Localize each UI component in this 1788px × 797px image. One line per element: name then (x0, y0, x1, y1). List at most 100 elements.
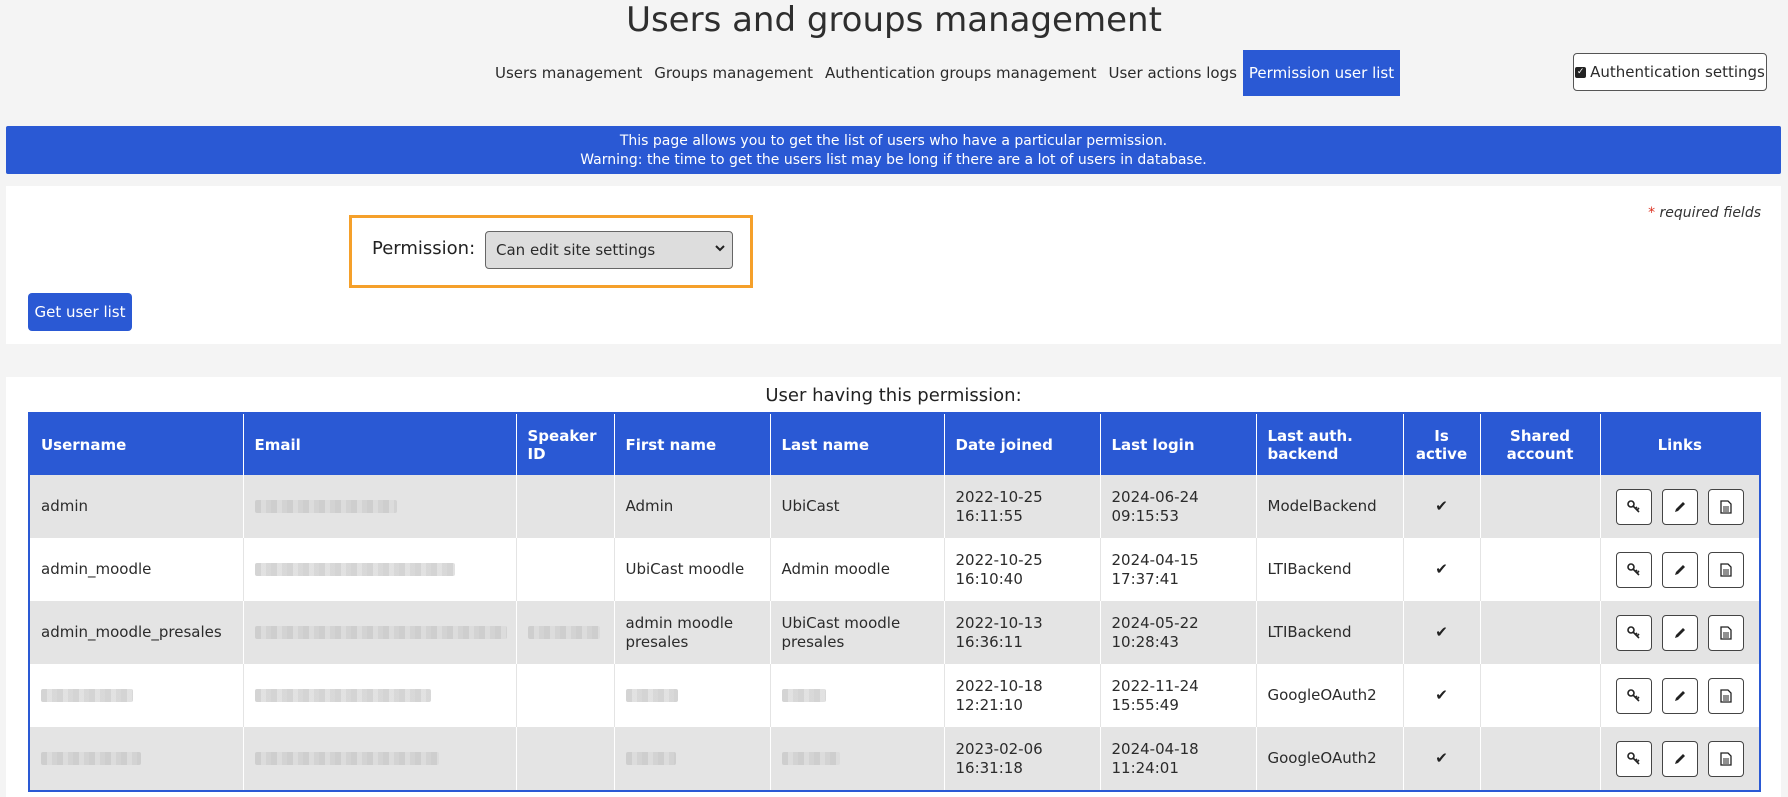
cell-last-login: 2024-05-22 10:28:43 (1100, 601, 1257, 664)
column-header-last-login[interactable]: Last login (1100, 413, 1257, 475)
is-active-check-icon: ✔ (1403, 538, 1481, 601)
authentication-settings-button[interactable]: ✓ Authentication settings (1573, 53, 1767, 91)
cell-last-auth-backend: LTIBackend (1256, 601, 1404, 664)
required-fields-text: required fields (1659, 205, 1761, 221)
cell-shared-account (1480, 727, 1601, 791)
permission-select-value: Can edit site settings (496, 241, 656, 259)
cell-first-name: admin moodle presales (614, 601, 771, 664)
is-active-check-icon: ✔ (1403, 475, 1481, 538)
redacted-first-name (625, 752, 676, 765)
redacted-username (41, 752, 141, 765)
cell-date-joined: 2022-10-13 16:36:11 (944, 601, 1101, 664)
cell-last-auth-backend: GoogleOAuth2 (1256, 664, 1404, 727)
column-header-last-name[interactable]: Last name (770, 413, 945, 475)
cell-links (1600, 664, 1761, 727)
cell-last-login: 2024-06-24 09:15:53 (1100, 475, 1257, 538)
cell-last-auth-backend: GoogleOAuth2 (1256, 727, 1404, 791)
cell-first-name: UbiCast moodle (614, 538, 771, 601)
tab-permission-user-list[interactable]: Permission user list (1242, 50, 1401, 96)
cell-date-joined: 2022-10-18 12:21:10 (944, 664, 1101, 727)
column-header-is-active[interactable]: Is active (1403, 413, 1481, 475)
cell-username: admin (29, 475, 244, 538)
column-header-links: Links (1600, 413, 1761, 475)
cell-date-joined: 2022-10-25 16:10:40 (944, 538, 1101, 601)
cell-last-auth-backend: ModelBackend (1256, 475, 1404, 538)
key-icon[interactable] (1615, 614, 1652, 651)
column-header-username[interactable]: Username (29, 413, 244, 475)
document-icon[interactable] (1707, 740, 1744, 777)
document-icon[interactable] (1707, 551, 1744, 588)
redacted-last-name (781, 752, 840, 765)
column-header-email[interactable]: Email (243, 413, 517, 475)
table-row: 2023-02-06 16:31:18 2024-04-18 11:24:01 … (29, 727, 1761, 791)
document-icon[interactable] (1707, 614, 1744, 651)
cell-date-joined: 2023-02-06 16:31:18 (944, 727, 1101, 791)
cell-email (243, 538, 517, 601)
key-icon[interactable] (1615, 677, 1652, 714)
redacted-email (254, 563, 455, 576)
key-icon[interactable] (1615, 488, 1652, 525)
cell-username: admin_moodle_presales (29, 601, 244, 664)
pencil-icon[interactable] (1661, 614, 1698, 651)
key-icon[interactable] (1615, 551, 1652, 588)
permission-label: Permission: (372, 238, 476, 259)
key-icon[interactable] (1615, 740, 1652, 777)
document-icon[interactable] (1707, 677, 1744, 714)
pencil-icon[interactable] (1661, 488, 1698, 525)
redacted-username (41, 689, 133, 702)
cell-last-name (770, 727, 945, 791)
pencil-icon[interactable] (1661, 677, 1698, 714)
get-user-list-button[interactable]: Get user list (28, 293, 132, 331)
redacted-email (254, 752, 439, 765)
is-active-check-icon: ✔ (1403, 601, 1481, 664)
info-banner: This page allows you to get the list of … (6, 126, 1781, 174)
table-row: admin_moodle_presales admin moodle presa… (29, 601, 1761, 664)
column-header-last-auth-backend[interactable]: Last auth. backend (1256, 413, 1404, 475)
cell-last-name (770, 664, 945, 727)
info-line-2: Warning: the time to get the users list … (580, 152, 1207, 168)
cell-first-name: Admin (614, 475, 771, 538)
column-header-first-name[interactable]: First name (614, 413, 771, 475)
cell-date-joined: 2022-10-25 16:11:55 (944, 475, 1101, 538)
column-header-speaker-id[interactable]: Speaker ID (516, 413, 615, 475)
permission-form: * required fields Permission: Can edit s… (6, 186, 1781, 344)
users-table: Username Email Speaker ID First name Las… (28, 412, 1761, 792)
checkbox-icon: ✓ (1575, 66, 1587, 78)
tab-authentication-groups-management[interactable]: Authentication groups management (819, 50, 1103, 96)
cell-last-login: 2024-04-15 17:37:41 (1100, 538, 1257, 601)
permission-field-group: Permission: Can edit site settings (349, 215, 753, 288)
tab-groups-management[interactable]: Groups management (648, 50, 819, 96)
pencil-icon[interactable] (1661, 551, 1698, 588)
tab-user-actions-logs[interactable]: User actions logs (1103, 50, 1243, 96)
cell-username: admin_moodle (29, 538, 244, 601)
page-title: Users and groups management (626, 0, 1162, 40)
cell-shared-account (1480, 601, 1601, 664)
cell-first-name (614, 727, 771, 791)
cell-speaker-id (516, 475, 615, 538)
cell-last-login: 2022-11-24 15:55:49 (1100, 664, 1257, 727)
column-header-date-joined[interactable]: Date joined (944, 413, 1101, 475)
cell-last-login: 2024-04-18 11:24:01 (1100, 727, 1257, 791)
results-panel: User having this permission: Username Em… (6, 377, 1781, 797)
redacted-email (254, 689, 431, 702)
table-header-row: Username Email Speaker ID First name Las… (29, 413, 1761, 475)
tab-users-management[interactable]: Users management (489, 50, 648, 96)
cell-username (29, 664, 244, 727)
pencil-icon[interactable] (1661, 740, 1698, 777)
cell-email (243, 475, 517, 538)
table-row: 2022-10-18 12:21:10 2022-11-24 15:55:49 … (29, 664, 1761, 727)
redacted-speaker-id (527, 626, 600, 639)
permission-select[interactable]: Can edit site settings (485, 231, 733, 269)
cell-username (29, 727, 244, 791)
document-icon[interactable] (1707, 488, 1744, 525)
cell-last-name: UbiCast (770, 475, 945, 538)
cell-shared-account (1480, 538, 1601, 601)
cell-speaker-id (516, 664, 615, 727)
cell-shared-account (1480, 664, 1601, 727)
cell-shared-account (1480, 475, 1601, 538)
redacted-last-name (781, 689, 826, 702)
cell-email (243, 727, 517, 791)
info-line-1: This page allows you to get the list of … (619, 133, 1168, 149)
cell-links (1600, 601, 1761, 664)
column-header-shared-account[interactable]: Shared account (1480, 413, 1601, 475)
